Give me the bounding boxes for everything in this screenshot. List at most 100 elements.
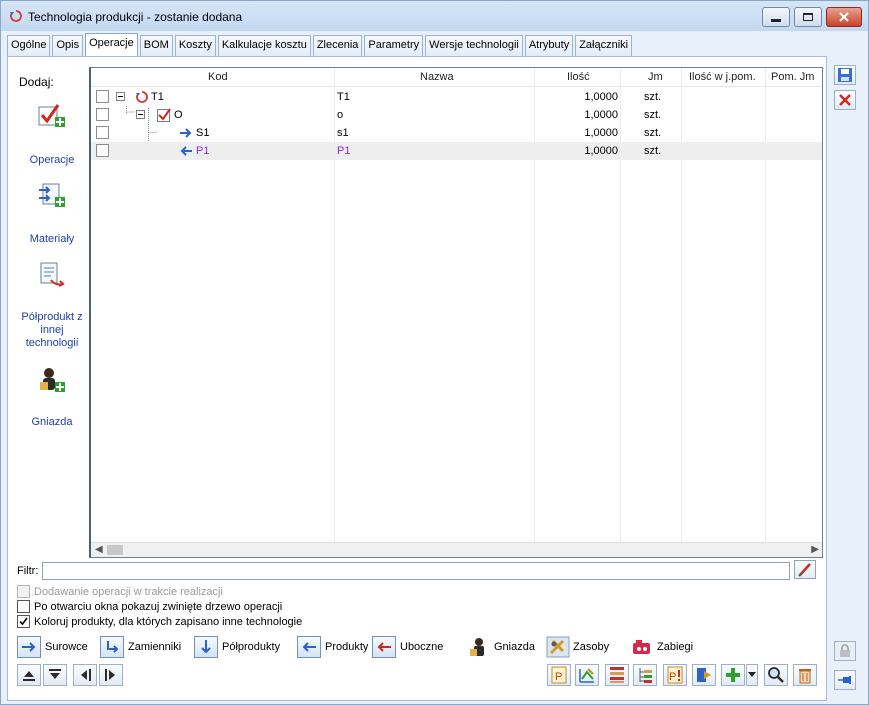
title-bar: Technologia produkcji - zostanie dodana (1, 1, 868, 31)
add-operation-icon[interactable] (37, 101, 67, 131)
move-right-button[interactable] (99, 664, 123, 686)
maximize-button[interactable] (794, 7, 822, 27)
delete-button[interactable] (793, 664, 817, 686)
add-dropdown-button[interactable] (746, 664, 758, 686)
move-left-button[interactable] (73, 664, 97, 686)
option-koloruj-produkty[interactable]: Koloruj produkty, dla których zapisano i… (17, 615, 302, 628)
column-header-ilosc[interactable]: Ilość (567, 68, 590, 87)
legend-surowce[interactable]: Surowce (17, 635, 88, 659)
close-icon (839, 94, 851, 106)
option-dodawanie-operacji[interactable]: Dodawanie operacji w trakcie realizacji (17, 585, 223, 598)
tab-ogolne[interactable]: Ogólne (7, 35, 51, 56)
row-checkbox[interactable] (96, 126, 109, 139)
tab-opis[interactable]: Opis (52, 35, 84, 56)
structure-button[interactable] (605, 664, 629, 686)
row-checkbox[interactable] (96, 144, 109, 157)
cell-nazwa: s1 (337, 127, 349, 139)
filter-input[interactable] (42, 562, 790, 580)
worker-icon (470, 638, 484, 656)
column-header-ilosc-pom[interactable]: Ilość w j.pom. (689, 68, 756, 87)
cell-ilosc: 1,0000 (584, 145, 618, 157)
sidebar-item-materialy[interactable]: Materiały (11, 233, 93, 245)
export-icon (697, 668, 711, 682)
legend-uboczne[interactable]: Uboczne (372, 635, 443, 659)
table-row[interactable]: T1 T1 1,0000 szt. (91, 88, 822, 106)
option-checkbox[interactable] (17, 600, 30, 613)
option-checkbox-checked[interactable] (17, 615, 30, 628)
cell-jm: szt. (644, 109, 662, 121)
sidebar-item-operacje[interactable]: Operacje (11, 154, 93, 166)
tab-operacje[interactable]: Operacje (85, 33, 138, 56)
tab-kalkulacje-kosztu[interactable]: Kalkulacje kosztu (217, 35, 311, 56)
add-material-icon[interactable] (37, 181, 67, 211)
option-zwiniete-drzewo[interactable]: Po otwarciu okna pokazuj zwinięte drzewo… (17, 600, 282, 613)
svg-text:P: P (669, 671, 676, 683)
collapse-toggle[interactable] (136, 110, 145, 119)
eraser-icon (798, 563, 811, 577)
scroll-thumb[interactable] (107, 545, 123, 555)
arrow-left-icon (297, 636, 321, 658)
table-row-selected[interactable]: P1 P1 1,0000 szt. (91, 142, 822, 160)
option-checkbox[interactable] (17, 585, 30, 598)
column-header-pom-jm[interactable]: Pom. Jm (771, 68, 814, 87)
tab-bom[interactable]: BOM (139, 35, 173, 56)
refresh-icon (10, 10, 22, 22)
move-bottom-button[interactable] (43, 664, 67, 686)
lock-icon (840, 644, 850, 657)
sidebar-item-polprodukt[interactable]: Półprodukt z innej technologii (11, 311, 93, 350)
column-header-nazwa[interactable]: Nazwa (420, 68, 454, 87)
horizontal-scrollbar[interactable]: ◀ ▶ (91, 542, 822, 557)
tab-parametry[interactable]: Parametry (364, 35, 424, 56)
clear-filter-button[interactable] (794, 560, 816, 579)
sidebar-item-gniazda[interactable]: Gniazda (11, 416, 93, 428)
scroll-left-icon[interactable]: ◀ (95, 544, 103, 555)
row-checkbox[interactable] (96, 108, 109, 121)
collapse-toggle[interactable] (116, 92, 125, 101)
minimize-button[interactable] (762, 7, 790, 27)
tab-atrybuty[interactable]: Atrybuty (524, 35, 574, 56)
procedure-icon (633, 640, 650, 654)
semi-product-icon[interactable] (37, 260, 67, 290)
lock-button[interactable] (834, 641, 856, 661)
priority-button[interactable]: P (663, 664, 687, 686)
legend-polprodukty[interactable]: Półprodukty (194, 635, 280, 659)
legend-zabiegi[interactable]: Zabiegi (630, 635, 693, 659)
document-p-button[interactable]: P (547, 664, 571, 686)
legend-label: Zabiegi (657, 641, 694, 653)
export-button[interactable] (692, 664, 716, 686)
main-window: Technologia produkcji - zostanie dodana … (0, 0, 869, 705)
save-button[interactable] (834, 65, 856, 85)
add-workstation-icon[interactable] (37, 366, 67, 396)
close-button[interactable] (826, 7, 862, 27)
operations-tree-grid[interactable]: Kod Nazwa Ilość Jm Ilość w j.pom. Pom. J… (89, 67, 823, 558)
pin-button[interactable] (834, 670, 856, 690)
scroll-right-icon[interactable]: ▶ (811, 544, 819, 555)
legend-zasoby[interactable]: Zasoby (546, 635, 609, 659)
row-checkbox[interactable] (96, 90, 109, 103)
table-row[interactable]: S1 s1 1,0000 szt. (91, 124, 822, 142)
tab-zalaczniki[interactable]: Załączniki (575, 35, 633, 56)
legend-gniazda[interactable]: Gniazda (467, 635, 535, 659)
move-top-icon (23, 671, 35, 681)
cancel-button[interactable] (834, 90, 856, 110)
sidebar-item-polprodukt-line1: Półprodukt z (21, 311, 83, 323)
table-row[interactable]: O o 1,0000 szt. (91, 106, 822, 124)
tab-koszty[interactable]: Koszty (174, 35, 216, 56)
pin-icon (838, 676, 851, 684)
arrow-left-icon (180, 146, 192, 156)
edit-chart-button[interactable] (575, 664, 599, 686)
cell-nazwa: T1 (337, 91, 350, 103)
add-button[interactable] (721, 664, 745, 686)
minimize-icon (771, 18, 781, 22)
tab-bar: Ogólne Opis Operacje BOM Koszty Kalkulac… (7, 33, 634, 56)
tab-wersje-technologii[interactable]: Wersje technologii (425, 35, 523, 56)
legend-label: Zasoby (573, 641, 610, 653)
tree-structure-button[interactable] (633, 664, 657, 686)
tab-zlecenia[interactable]: Zlecenia (312, 35, 363, 56)
column-header-jm[interactable]: Jm (648, 68, 663, 87)
sidebar-title: Dodaj: (19, 75, 54, 89)
legend-produkty[interactable]: Produkty (297, 635, 368, 659)
search-button[interactable] (764, 664, 788, 686)
legend-zamienniki[interactable]: Zamienniki (100, 635, 181, 659)
move-top-button[interactable] (17, 664, 41, 686)
